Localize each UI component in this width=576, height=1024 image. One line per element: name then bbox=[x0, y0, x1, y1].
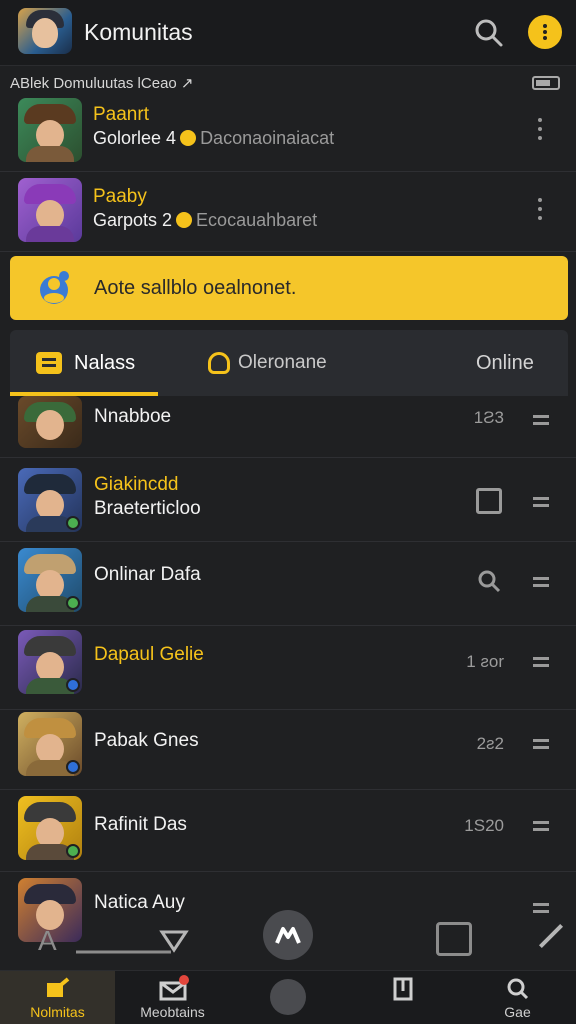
nav-messages[interactable]: Meobtains bbox=[115, 971, 230, 1024]
bottom-navigation: Nolmitas Meobtains Gae bbox=[0, 970, 576, 1024]
action-row: A bbox=[0, 910, 576, 966]
compose-tools[interactable]: A bbox=[36, 922, 196, 956]
pencil-icon[interactable] bbox=[538, 923, 564, 949]
pinned-item-name: Paaby bbox=[93, 186, 147, 207]
page-title: Komunitas bbox=[84, 19, 193, 45]
home-icon bbox=[269, 979, 306, 1015]
tab-chats[interactable]: Nalass bbox=[10, 330, 158, 396]
nav-search[interactable]: Gae bbox=[460, 971, 575, 1024]
compose-button[interactable] bbox=[263, 910, 313, 960]
media-icon[interactable] bbox=[476, 488, 502, 514]
list-item[interactable]: Nnabboe 1Ƨ3 bbox=[0, 396, 576, 458]
avatar bbox=[18, 712, 82, 776]
avatar bbox=[18, 796, 82, 860]
list-item-title: Rafinit Das bbox=[94, 814, 187, 835]
tab-channels[interactable]: Oleronane bbox=[208, 330, 408, 396]
reorder-icon[interactable] bbox=[530, 572, 552, 592]
list-item[interactable]: Onlinar Dafa bbox=[0, 542, 576, 626]
svg-text:A: A bbox=[38, 925, 57, 956]
list-item-title: Dapaul Gelie bbox=[94, 644, 204, 665]
list-item[interactable]: Pabak Gnes 2ƨ2 bbox=[0, 710, 576, 790]
status-subbar: ABlek Domuluutas lCeao ↗ bbox=[0, 70, 576, 96]
pinned-item-subtitle: Garpots 2 Ecocauahbaret bbox=[93, 210, 318, 230]
banner-text: Aote sallblo oealnonet. bbox=[94, 277, 297, 299]
notification-dot bbox=[179, 975, 189, 985]
list-item-title: Pabak Gnes bbox=[94, 730, 199, 751]
avatar bbox=[18, 396, 82, 448]
list-item-count: 2ƨ2 bbox=[476, 734, 504, 753]
chat-icon bbox=[36, 352, 62, 374]
avatar bbox=[18, 630, 82, 694]
list-item-title: Onlinar Dafa bbox=[94, 564, 201, 585]
reorder-icon[interactable] bbox=[530, 816, 552, 836]
pinned-item[interactable]: Paanrt Golorlee 4 Daconaoinaiacat bbox=[0, 96, 576, 172]
avatar bbox=[18, 178, 82, 242]
nav-center[interactable] bbox=[230, 971, 345, 1024]
subbar-text: ABlek Domuluutas lCeao ↗ bbox=[10, 75, 194, 92]
list-item-title: Nnabboe bbox=[94, 406, 172, 427]
list-item-count: 1S20 bbox=[464, 816, 504, 835]
search-icon[interactable] bbox=[470, 14, 508, 52]
pinned-item-name: Paanrt bbox=[93, 104, 149, 125]
bell-icon bbox=[208, 352, 230, 374]
app-header: Komunitas bbox=[0, 0, 576, 66]
pinned-item[interactable]: Paaby Garpots 2 Ecocauahbaret bbox=[0, 172, 576, 252]
list-item[interactable]: Giakincdd Braeterticloo bbox=[0, 458, 576, 542]
avatar bbox=[18, 98, 82, 162]
nav-bookmarks[interactable] bbox=[345, 971, 460, 1024]
list-item[interactable]: Dapaul Gelie 1 ƨor bbox=[0, 626, 576, 710]
kebab-menu-icon[interactable] bbox=[530, 196, 550, 224]
list-item-subtitle: Braeterticloo bbox=[94, 498, 201, 519]
community-icon bbox=[32, 268, 76, 308]
announcement-banner[interactable]: Aote sallblo oealnonet. bbox=[10, 256, 568, 320]
list-item-title: Giakincdd bbox=[94, 474, 179, 495]
tab-bar: Nalass Oleronane Online bbox=[10, 330, 568, 396]
nav-community[interactable]: Nolmitas bbox=[0, 971, 115, 1024]
pinned-item-subtitle: Golorlee 4 Daconaoinaiacat bbox=[93, 128, 335, 148]
list-item-count: 1 ƨor bbox=[466, 652, 504, 671]
kebab-menu-icon[interactable] bbox=[530, 116, 550, 144]
list-item[interactable]: Rafinit Das 1S20 bbox=[0, 790, 576, 872]
avatar bbox=[18, 548, 82, 612]
avatar bbox=[18, 468, 82, 532]
app-logo[interactable] bbox=[18, 8, 72, 54]
community-nav-icon bbox=[44, 977, 72, 1001]
reorder-icon[interactable] bbox=[530, 410, 552, 430]
star-icon[interactable] bbox=[530, 734, 552, 754]
reorder-icon[interactable] bbox=[530, 652, 552, 672]
bookmark-icon bbox=[389, 977, 417, 1001]
tab-online[interactable]: Online bbox=[476, 330, 566, 396]
search-user-icon[interactable] bbox=[476, 568, 502, 594]
reorder-icon[interactable] bbox=[530, 492, 552, 512]
battery-icon bbox=[532, 76, 560, 90]
list-item-count: 1Ƨ3 bbox=[473, 408, 504, 427]
more-menu-button[interactable] bbox=[528, 15, 562, 49]
search-nav-icon bbox=[504, 977, 532, 1001]
calendar-icon[interactable] bbox=[436, 922, 472, 956]
